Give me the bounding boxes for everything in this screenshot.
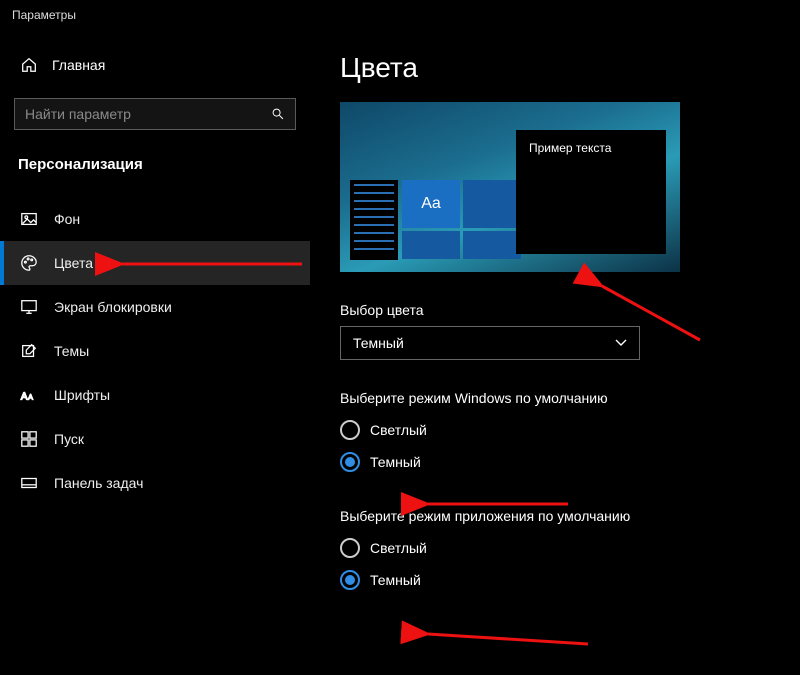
color-mode-dropdown[interactable]: Темный [340,326,640,360]
sidebar-item-label: Шрифты [54,387,110,403]
page-heading: Цвета [340,52,790,84]
search-icon [271,107,285,121]
radio-icon [340,420,360,440]
window-title: Параметры [0,0,800,30]
color-mode-label: Выбор цвета [340,302,790,318]
sidebar-item[interactable]: Панель задач [0,461,310,505]
sidebar-item[interactable]: Фон [0,197,310,241]
svg-text:A: A [28,393,33,402]
taskbar-icon [20,474,38,492]
preview-tile [402,231,460,259]
sidebar-item-label: Панель задач [54,475,143,491]
chevron-down-icon [615,337,627,349]
preview-tile [463,231,521,259]
preview-tile-aa: Aa [402,180,460,228]
home-label: Главная [52,57,105,73]
category-title: Персонализация [0,152,310,197]
sidebar-item[interactable]: Темы [0,329,310,373]
monitor-icon [20,298,38,316]
search-input-container[interactable] [14,98,296,130]
preview-sample-window: Пример текста [516,130,666,254]
preview-tiles: Aa [402,180,522,260]
radio-icon [340,570,360,590]
app-mode-option-label: Светлый [370,540,427,556]
sidebar: Главная Персонализация Фон Цвета Экран бло… [0,30,310,675]
pencil-icon [20,342,38,360]
home-icon [20,56,38,74]
sidebar-item[interactable]: Цвета [0,241,310,285]
windows-mode-label: Выберите режим Windows по умолчанию [340,390,790,406]
preview-tile [463,180,521,228]
color-mode-value: Темный [353,335,404,351]
radio-icon [340,452,360,472]
sidebar-item-label: Фон [54,211,80,227]
sidebar-item-label: Темы [54,343,89,359]
sidebar-item[interactable]: AA Шрифты [0,373,310,417]
sidebar-item-label: Экран блокировки [54,299,172,315]
app-mode-option-label: Темный [370,572,421,588]
app-mode-option[interactable]: Темный [340,564,790,596]
app-mode-option[interactable]: Светлый [340,532,790,564]
windows-mode-option-label: Светлый [370,422,427,438]
home-link[interactable]: Главная [0,50,310,80]
sidebar-item[interactable]: Экран блокировки [0,285,310,329]
nav-list: Фон Цвета Экран блокировки Темы AA Шрифты Пуск… [0,197,310,505]
sidebar-item-label: Пуск [54,431,84,447]
font-icon: AA [20,386,38,404]
palette-icon [20,254,38,272]
windows-mode-group: Светлый Темный [340,414,790,478]
radio-icon [340,538,360,558]
main-pane: Цвета Aa Пример текста Выбор цвета Темны… [310,30,800,675]
windows-mode-option[interactable]: Светлый [340,414,790,446]
svg-text:A: A [21,392,28,403]
sidebar-item[interactable]: Пуск [0,417,310,461]
app-mode-group: Светлый Темный [340,532,790,596]
image-icon [20,210,38,228]
preview-taskbar [350,180,398,260]
windows-mode-option-label: Темный [370,454,421,470]
preview-sample-text: Пример текста [529,141,611,155]
start-icon [20,430,38,448]
theme-preview: Aa Пример текста [340,102,680,272]
app-mode-label: Выберите режим приложения по умолчанию [340,508,790,524]
sidebar-item-label: Цвета [54,255,93,271]
search-input[interactable] [25,106,271,122]
windows-mode-option[interactable]: Темный [340,446,790,478]
